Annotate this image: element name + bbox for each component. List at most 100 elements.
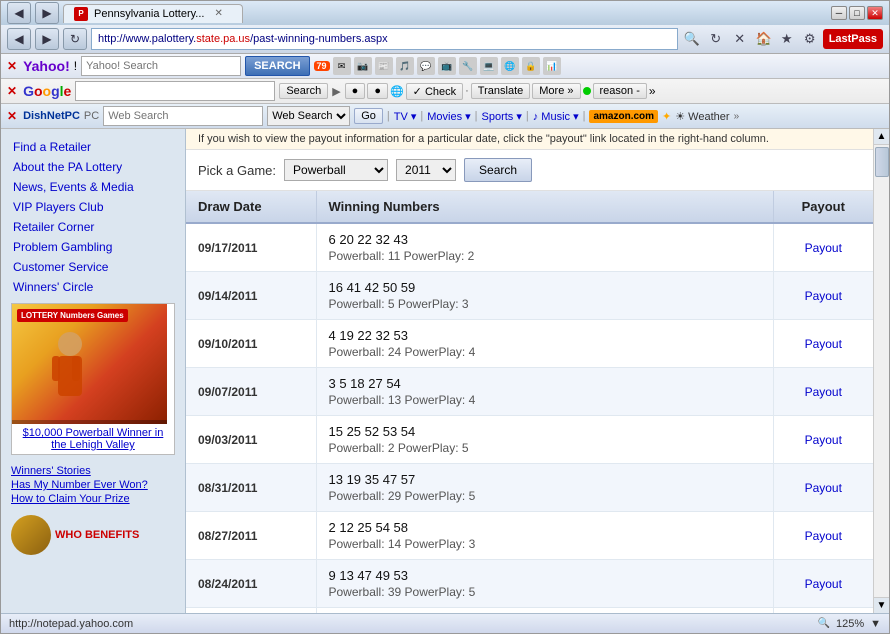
sidebar-item-news[interactable]: News, Events & Media [1, 177, 185, 197]
scroll-down-button[interactable]: ▼ [874, 597, 889, 613]
sidebar-item-about[interactable]: About the PA Lottery [1, 157, 185, 177]
minimize-button[interactable]: ─ [831, 6, 847, 20]
scroll-track[interactable] [874, 179, 889, 597]
stop-icon[interactable]: ✕ [730, 29, 750, 49]
back-nav-button[interactable]: ◀ [7, 28, 31, 50]
refresh-icon[interactable]: ↻ [706, 29, 726, 49]
toolbar-icon-4[interactable]: 🔧 [459, 57, 477, 75]
google-reason-button[interactable]: reason - [593, 83, 647, 99]
google-search-button[interactable]: Search [279, 83, 328, 99]
dish-movies-button[interactable]: Movies ▾ [427, 110, 470, 123]
settings-icon[interactable]: ⚙ [800, 29, 820, 49]
dish-sep4: | [526, 110, 529, 122]
scroll-up-button[interactable]: ▲ [874, 129, 889, 145]
dish-search-dropdown[interactable]: Web Search [267, 106, 350, 126]
lastpass-button[interactable]: LastPass [823, 29, 883, 49]
toolbar-scroll-right[interactable]: » [734, 111, 740, 122]
address-bar[interactable]: http://www.palottery.state.pa.us/past-wi… [91, 28, 678, 50]
sidebar-winner-caption[interactable]: $10,000 Powerball Winner in the Lehigh V… [12, 424, 174, 454]
payout-link[interactable]: Payout [805, 385, 842, 399]
dish-search-input[interactable] [103, 106, 263, 126]
numbers-cell: 15 25 52 53 54 Powerball: 2 PowerPlay: 5 [316, 416, 773, 464]
content-area: Find a Retailer About the PA Lottery New… [1, 129, 889, 613]
search-button[interactable]: Search [464, 158, 532, 182]
scroll-thumb[interactable] [875, 147, 889, 177]
forward-button[interactable]: ▶ [35, 2, 59, 24]
numbers-detail: Powerball: 5 PowerPlay: 3 [329, 297, 761, 311]
payout-link[interactable]: Payout [805, 337, 842, 351]
browser-tab[interactable]: P Pennsylvania Lottery... ✕ [63, 4, 243, 23]
yahoo-search-button[interactable]: SEARCH [245, 56, 309, 76]
search-icon[interactable]: 🔍 [682, 29, 702, 49]
close-button[interactable]: ✕ [867, 6, 883, 20]
google-check-button[interactable]: ✓ Check [406, 83, 463, 100]
sidebar-winner-image[interactable]: LOTTERY Numbers Games $10,000 Powerball … [11, 303, 175, 455]
google-search-input[interactable] [75, 81, 275, 101]
sidebar-item-customer-service[interactable]: Customer Service [1, 257, 185, 277]
toolbar-icon-8[interactable]: 📊 [543, 57, 561, 75]
year-dropdown[interactable]: 2011 2010 2009 2008 [396, 159, 456, 181]
numbers-cell: 2 12 25 54 58 Powerball: 14 PowerPlay: 3 [316, 512, 773, 560]
maximize-button[interactable]: □ [849, 6, 865, 20]
toolbar-icon-1[interactable]: 🎵 [396, 57, 414, 75]
payout-link[interactable]: Payout [805, 289, 842, 303]
payout-link[interactable]: Payout [805, 481, 842, 495]
numbers-main: 3 5 18 27 54 [329, 376, 761, 391]
back-button[interactable]: ◀ [7, 2, 31, 24]
pick-game-label: Pick a Game: [198, 163, 276, 178]
toolbar-icon-3[interactable]: 📺 [438, 57, 456, 75]
zoom-icon: 🔍 [818, 618, 830, 629]
game-dropdown[interactable]: Powerball Mega Millions Cash 5 Match 6 P… [284, 159, 388, 181]
payout-link[interactable]: Payout [805, 529, 842, 543]
sidebar-item-retailer-corner[interactable]: Retailer Corner [1, 217, 185, 237]
dish-sports-button[interactable]: Sports ▾ [482, 110, 522, 123]
yahoo-search-input[interactable] [81, 56, 241, 76]
col-header-date: Draw Date [186, 191, 316, 223]
dish-close-icon[interactable]: ✕ [7, 109, 17, 123]
payout-cell: Payout [773, 368, 873, 416]
payout-link[interactable]: Payout [805, 241, 842, 255]
toolbar-icon-7[interactable]: 🔒 [522, 57, 540, 75]
sidebar-item-problem-gambling[interactable]: Problem Gambling [1, 237, 185, 257]
home-icon[interactable]: 🏠 [754, 29, 774, 49]
refresh-button[interactable]: ↻ [63, 28, 87, 50]
google-translate-button[interactable]: Translate [471, 83, 530, 99]
zoom-dropdown-icon[interactable]: ▼ [870, 618, 881, 630]
yahoo-close-icon[interactable]: ✕ [7, 59, 17, 73]
payout-link[interactable]: Payout [805, 433, 842, 447]
sidebar-story-link-1[interactable]: How to Claim Your Prize [11, 493, 175, 505]
sidebar-item-vip[interactable]: VIP Players Club [1, 197, 185, 217]
payout-link[interactable]: Payout [805, 577, 842, 591]
lottery-logo-badge: LOTTERY Numbers Games [17, 309, 128, 322]
numbers-detail: Powerball: 11 PowerPlay: 2 [329, 249, 761, 263]
google-close-icon[interactable]: ✕ [7, 84, 17, 98]
table-row: 09/10/2011 4 19 22 32 53 Powerball: 24 P… [186, 320, 873, 368]
toolbar-icon-2[interactable]: 💬 [417, 57, 435, 75]
yahoo-dot: ! [74, 59, 77, 73]
title-bar-left: ◀ ▶ P Pennsylvania Lottery... ✕ [7, 2, 243, 24]
amazon-button[interactable]: amazon.com [589, 110, 658, 123]
mail-icon[interactable]: ✉ [333, 57, 351, 75]
google-dot-button[interactable]: ● [345, 83, 366, 99]
sidebar-item-find-retailer[interactable]: Find a Retailer [1, 137, 185, 157]
google-dot2-button[interactable]: ● [367, 83, 388, 99]
forward-nav-button[interactable]: ▶ [35, 28, 59, 50]
sidebar-item-winners-circle[interactable]: Winners' Circle [1, 277, 185, 297]
sidebar-story-link-0[interactable]: Has My Number Ever Won? [11, 479, 175, 491]
dish-go-button[interactable]: Go [354, 108, 383, 124]
dish-weather-button[interactable]: ☀ Weather [675, 110, 729, 123]
toolbar-icon-6[interactable]: 🌐 [501, 57, 519, 75]
google-arrow-icon[interactable]: » [649, 84, 656, 98]
star-icon[interactable]: ★ [777, 29, 797, 49]
vertical-scrollbar[interactable]: ▲ ▼ [873, 129, 889, 613]
google-more-button[interactable]: More » [532, 83, 580, 99]
photo-icon[interactable]: 📷 [354, 57, 372, 75]
dish-music-button[interactable]: ♪ Music ▾ [533, 110, 579, 123]
table-row: 08/27/2011 2 12 25 54 58 Powerball: 14 P… [186, 512, 873, 560]
sidebar-winners-stories[interactable]: Winners' Stories [11, 465, 175, 477]
dish-tv-button[interactable]: TV ▾ [394, 110, 417, 123]
news-icon[interactable]: 📰 [375, 57, 393, 75]
date-cell: 09/10/2011 [186, 320, 316, 368]
tab-close-button[interactable]: ✕ [214, 8, 222, 19]
toolbar-icon-5[interactable]: 💻 [480, 57, 498, 75]
